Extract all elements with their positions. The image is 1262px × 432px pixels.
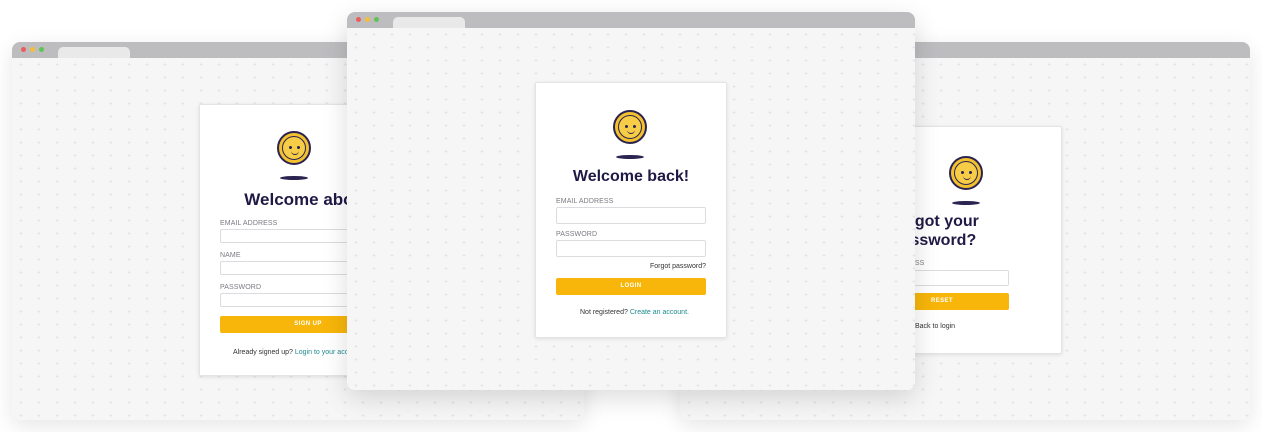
mascot-shadow-icon [280,176,308,180]
maximize-dot-icon[interactable] [374,17,379,22]
back-to-login-link[interactable]: Back to login [915,323,955,330]
minimize-dot-icon[interactable] [30,47,35,52]
browser-tab[interactable] [58,47,130,58]
login-card: Welcome back! EMAIL ADDRESS PASSWORD For… [535,82,727,338]
password-field[interactable] [556,240,706,257]
coin-mascot-icon [613,110,647,144]
create-account-link[interactable]: Create an account. [630,309,689,316]
password-label: PASSWORD [556,231,598,238]
close-dot-icon[interactable] [356,17,361,22]
signup-footer: Already signed up? Login to your account… [233,349,364,356]
login-title: Welcome back! [572,168,690,185]
coin-mascot-icon [277,131,311,165]
mascot-shadow-icon [616,155,644,159]
email-label: EMAIL ADDRESS [220,220,278,227]
name-label: NAME [220,252,241,259]
login-button[interactable]: LOGIN [556,278,706,295]
email-label: EMAIL ADDRESS [556,198,614,205]
login-browser-window: Welcome back! EMAIL ADDRESS PASSWORD For… [347,12,915,390]
browser-titlebar [347,12,915,28]
close-dot-icon[interactable] [21,47,26,52]
minimize-dot-icon[interactable] [365,17,370,22]
login-footer: Not registered? Create an account. [580,309,689,316]
mascot-shadow-icon [952,201,980,205]
coin-mascot-icon [949,156,983,190]
maximize-dot-icon[interactable] [39,47,44,52]
forgot-password-link[interactable]: Forgot password? [650,263,706,270]
browser-content: Welcome back! EMAIL ADDRESS PASSWORD For… [347,28,915,390]
login-footer-text: Not registered? [580,309,628,316]
password-label: PASSWORD [220,284,262,291]
email-field[interactable] [556,207,706,224]
browser-tab[interactable] [393,17,465,28]
signup-footer-text: Already signed up? [233,349,293,356]
